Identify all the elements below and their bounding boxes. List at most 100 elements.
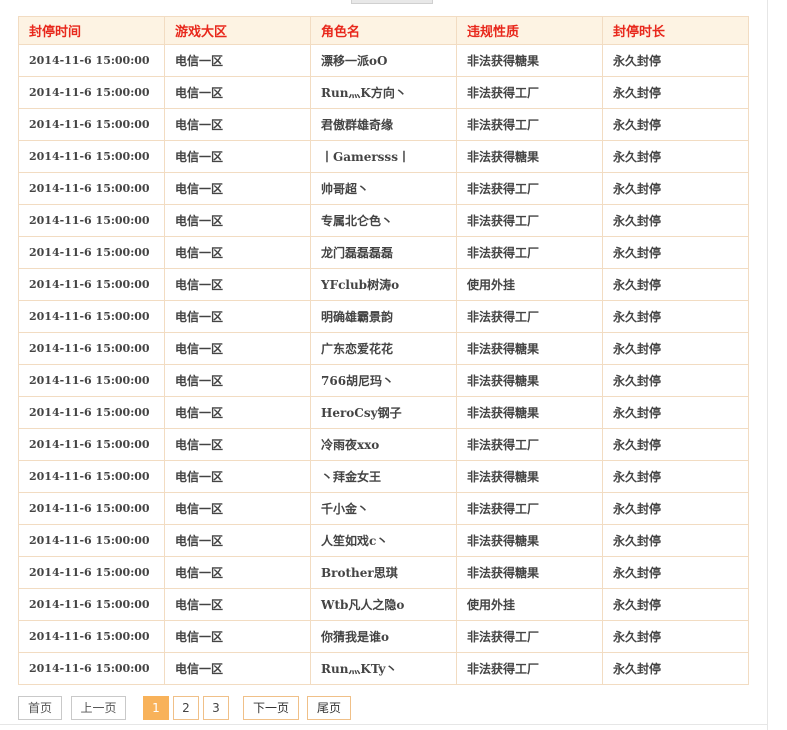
- character-name-cell: 丶拜金女王: [310, 460, 457, 493]
- character-name-cell: HeroCsy钢子: [310, 396, 457, 429]
- duration-cell: 永久封停: [602, 300, 749, 333]
- duration-cell: 永久封停: [602, 396, 749, 429]
- ban-list-table: 封停时间 游戏大区 角色名 违规性质 封停时长 2014-11-6 15:00:…: [18, 16, 749, 685]
- character-name-cell: 漂移一派oO: [310, 44, 457, 77]
- ban-time-cell: 2014-11-6 15:00:00: [18, 428, 165, 461]
- violation-cell: 非法获得糖果: [456, 44, 603, 77]
- ban-time-cell: 2014-11-6 15:00:00: [18, 332, 165, 365]
- duration-cell: 永久封停: [602, 108, 749, 141]
- header-game-region: 游戏大区: [164, 16, 311, 45]
- table-row: 2014-11-6 15:00:00 电信一区 帅哥超丶 非法获得工厂 永久封停: [18, 172, 749, 205]
- character-name-cell: 你猜我是谁o: [310, 620, 457, 653]
- ban-time-cell: 2014-11-6 15:00:00: [18, 268, 165, 301]
- table-row: 2014-11-6 15:00:00 电信一区 专属北仑色丶 非法获得工厂 永久封停: [18, 204, 749, 237]
- violation-cell: 非法获得糖果: [456, 556, 603, 589]
- violation-cell: 非法获得糖果: [456, 396, 603, 429]
- next-page-button[interactable]: 下一页: [243, 696, 299, 720]
- violation-cell: 非法获得工厂: [456, 652, 603, 685]
- character-name-cell: 龙门磊磊磊磊: [310, 236, 457, 269]
- character-name-cell: 人笙如戏c丶: [310, 524, 457, 557]
- duration-cell: 永久封停: [602, 172, 749, 205]
- table-row: 2014-11-6 15:00:00 电信一区 千小金丶 非法获得工厂 永久封停: [18, 492, 749, 525]
- prev-page-button[interactable]: 上一页: [71, 696, 126, 720]
- header-ban-duration: 封停时长: [602, 16, 749, 45]
- table-row: 2014-11-6 15:00:00 电信一区 Run灬K方向丶 非法获得工厂 永久封停: [18, 76, 749, 109]
- violation-cell: 非法获得糖果: [456, 140, 603, 173]
- table-row: 2014-11-6 15:00:00 电信一区 Wtb凡人之隐o 使用外挂 永久封停: [18, 588, 749, 621]
- character-name-cell: 帅哥超丶: [310, 172, 457, 205]
- character-name-cell: 766胡尼玛丶: [310, 364, 457, 397]
- violation-cell: 使用外挂: [456, 268, 603, 301]
- character-name-cell: YFclub树涛o: [310, 268, 457, 301]
- table-row: 2014-11-6 15:00:00 电信一区 766胡尼玛丶 非法获得糖果 永久封停: [18, 364, 749, 397]
- duration-cell: 永久封停: [602, 332, 749, 365]
- character-name-cell: 广东恋爱花花: [310, 332, 457, 365]
- ban-time-cell: 2014-11-6 15:00:00: [18, 460, 165, 493]
- region-cell: 电信一区: [164, 364, 311, 397]
- violation-cell: 非法获得工厂: [456, 428, 603, 461]
- character-name-cell: 明确雄霸景韵: [310, 300, 457, 333]
- duration-cell: 永久封停: [602, 364, 749, 397]
- table-row: 2014-11-6 15:00:00 电信一区 Brother思琪 非法获得糖果 永久封…: [18, 556, 749, 589]
- pagination: 首页 上一页 1 2 3 下一页 尾页: [18, 696, 351, 720]
- violation-cell: 非法获得工厂: [456, 620, 603, 653]
- ban-time-cell: 2014-11-6 15:00:00: [18, 300, 165, 333]
- character-name-cell: Wtb凡人之隐o: [310, 588, 457, 621]
- region-cell: 电信一区: [164, 172, 311, 205]
- character-name-cell: 君傲群雄奇缘: [310, 108, 457, 141]
- ban-time-cell: 2014-11-6 15:00:00: [18, 204, 165, 237]
- region-cell: 电信一区: [164, 76, 311, 109]
- table-row: 2014-11-6 15:00:00 电信一区 人笙如戏c丶 非法获得糖果 永久封停: [18, 524, 749, 557]
- violation-cell: 非法获得工厂: [456, 76, 603, 109]
- first-page-button[interactable]: 首页: [18, 696, 62, 720]
- character-name-cell: 丨Gamersss丨: [310, 140, 457, 173]
- table-row: 2014-11-6 15:00:00 电信一区 丨Gamersss丨 非法获得糖果 永久…: [18, 140, 749, 173]
- duration-cell: 永久封停: [602, 204, 749, 237]
- ban-time-cell: 2014-11-6 15:00:00: [18, 652, 165, 685]
- region-cell: 电信一区: [164, 268, 311, 301]
- table-row: 2014-11-6 15:00:00 电信一区 明确雄霸景韵 非法获得工厂 永久封停: [18, 300, 749, 333]
- table-row: 2014-11-6 15:00:00 电信一区 漂移一派oO 非法获得糖果 永久封停: [18, 44, 749, 77]
- table-row: 2014-11-6 15:00:00 电信一区 Run灬KTy丶 非法获得工厂 永久封停: [18, 652, 749, 685]
- region-cell: 电信一区: [164, 396, 311, 429]
- header-character-name: 角色名: [310, 16, 457, 45]
- header-ban-time: 封停时间: [18, 16, 165, 45]
- region-cell: 电信一区: [164, 236, 311, 269]
- table-body: 2014-11-6 15:00:00 电信一区 漂移一派oO 非法获得糖果 永久封停 20…: [18, 44, 749, 685]
- last-page-button[interactable]: 尾页: [307, 696, 351, 720]
- ban-time-cell: 2014-11-6 15:00:00: [18, 44, 165, 77]
- table-row: 2014-11-6 15:00:00 电信一区 丶拜金女王 非法获得糖果 永久封停: [18, 460, 749, 493]
- page-3-button[interactable]: 3: [203, 696, 229, 720]
- region-cell: 电信一区: [164, 620, 311, 653]
- violation-cell: 非法获得糖果: [456, 524, 603, 557]
- table-row: 2014-11-6 15:00:00 电信一区 广东恋爱花花 非法获得糖果 永久封停: [18, 332, 749, 365]
- ban-time-cell: 2014-11-6 15:00:00: [18, 396, 165, 429]
- character-name-cell: 专属北仑色丶: [310, 204, 457, 237]
- ban-time-cell: 2014-11-6 15:00:00: [18, 524, 165, 557]
- violation-cell: 非法获得糖果: [456, 332, 603, 365]
- region-cell: 电信一区: [164, 140, 311, 173]
- header-violation-type: 违规性质: [456, 16, 603, 45]
- right-divider: [767, 0, 768, 730]
- duration-cell: 永久封停: [602, 76, 749, 109]
- page-1-button[interactable]: 1: [143, 696, 169, 720]
- violation-cell: 非法获得工厂: [456, 236, 603, 269]
- violation-cell: 非法获得工厂: [456, 204, 603, 237]
- character-name-cell: 冷雨夜xxo: [310, 428, 457, 461]
- duration-cell: 永久封停: [602, 236, 749, 269]
- ban-time-cell: 2014-11-6 15:00:00: [18, 556, 165, 589]
- page-2-button[interactable]: 2: [173, 696, 199, 720]
- table-row: 2014-11-6 15:00:00 电信一区 HeroCsy钢子 非法获得糖果 永久封…: [18, 396, 749, 429]
- duration-cell: 永久封停: [602, 492, 749, 525]
- ban-time-cell: 2014-11-6 15:00:00: [18, 364, 165, 397]
- ban-time-cell: 2014-11-6 15:00:00: [18, 140, 165, 173]
- table-row: 2014-11-6 15:00:00 电信一区 YFclub树涛o 使用外挂 永久封停: [18, 268, 749, 301]
- violation-cell: 非法获得工厂: [456, 300, 603, 333]
- region-cell: 电信一区: [164, 428, 311, 461]
- ban-time-cell: 2014-11-6 15:00:00: [18, 76, 165, 109]
- region-cell: 电信一区: [164, 332, 311, 365]
- violation-cell: 非法获得糖果: [456, 364, 603, 397]
- table-row: 2014-11-6 15:00:00 电信一区 君傲群雄奇缘 非法获得工厂 永久封停: [18, 108, 749, 141]
- region-cell: 电信一区: [164, 204, 311, 237]
- ban-time-cell: 2014-11-6 15:00:00: [18, 588, 165, 621]
